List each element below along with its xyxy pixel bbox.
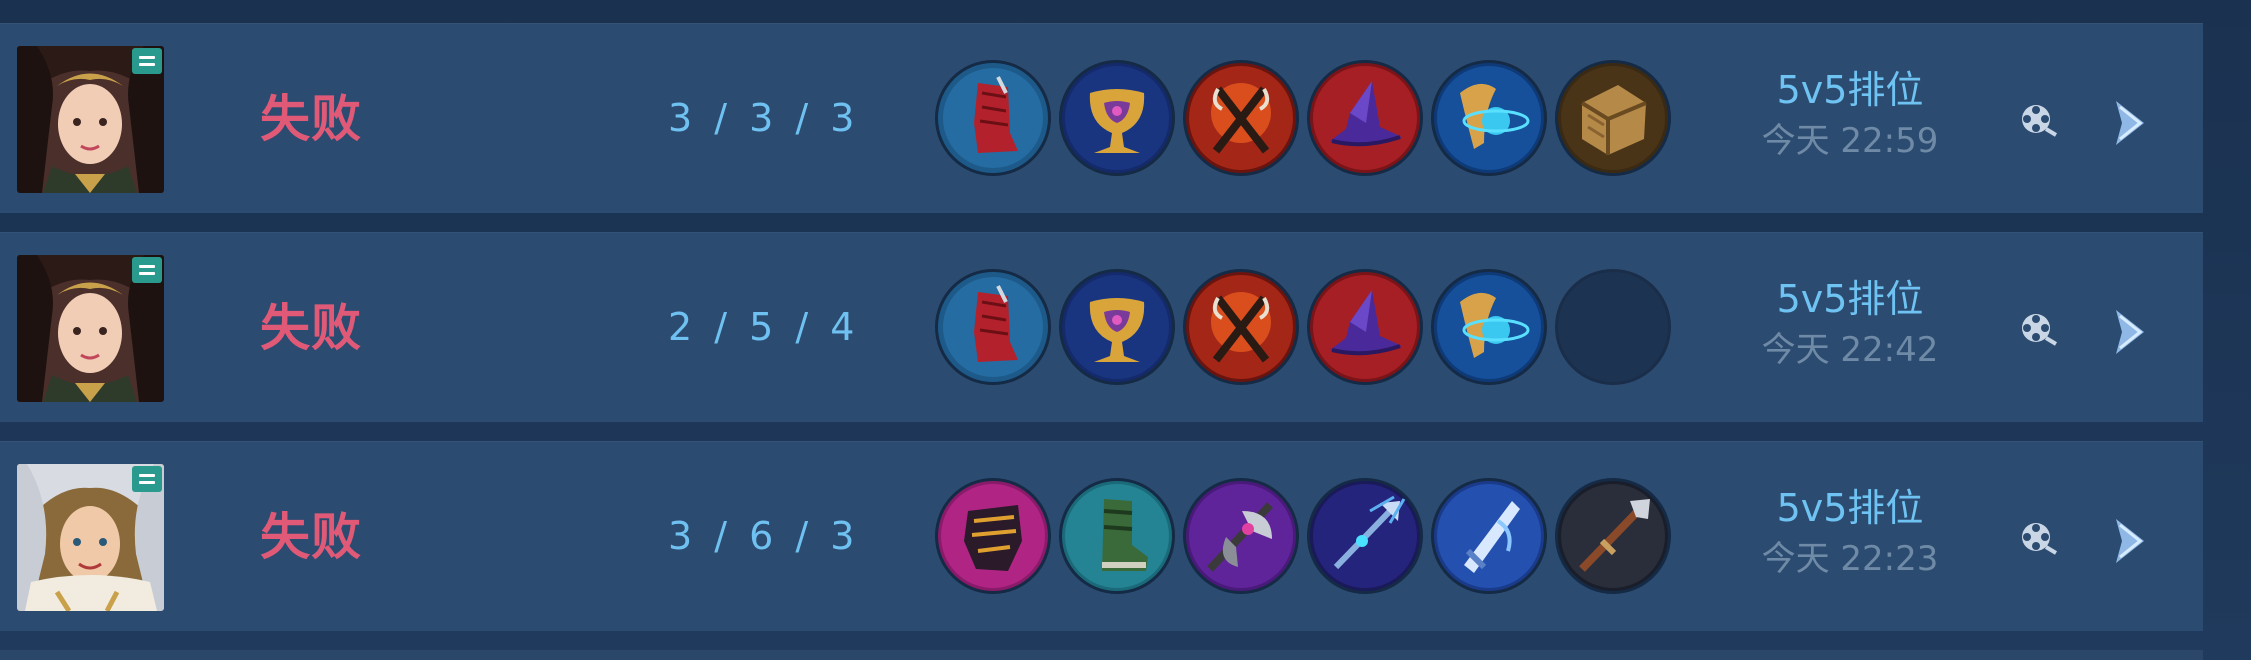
blue-orb-wing-icon <box>1434 272 1544 382</box>
dark-armor-icon <box>938 481 1048 591</box>
red-fire-blades-icon <box>1186 63 1296 173</box>
red-fire-blades-icon <box>1186 272 1296 382</box>
kda-score: 3 / 6 / 3 <box>668 514 857 558</box>
match-result: 失败 <box>260 299 362 357</box>
kda-score: 3 / 3 / 3 <box>668 96 857 140</box>
purple-hat-icon <box>1310 272 1420 382</box>
match-time: 今天 22:23 <box>1761 539 1939 579</box>
dark-spear-icon <box>1558 481 1668 591</box>
purple-hat-icon <box>1310 63 1420 173</box>
hero-avatar <box>17 255 164 402</box>
match-history-list: 失败 3 / 3 / 3 5v5排位 今天 22:59 失败 2 / 5 / 4… <box>0 0 2251 660</box>
red-boots-icon <box>938 63 1048 173</box>
match-time: 今天 22:59 <box>1761 121 1939 161</box>
film-reel-icon[interactable] <box>2018 519 2058 559</box>
hero-avatar <box>17 464 164 611</box>
hero-avatar <box>17 46 164 193</box>
wooden-chest-icon <box>1558 63 1668 173</box>
kda-score: 2 / 5 / 4 <box>668 305 857 349</box>
item-build <box>938 63 1668 173</box>
rank-badge-icon <box>132 257 162 283</box>
purple-axe-icon <box>1186 481 1296 591</box>
film-reel-icon[interactable] <box>2018 310 2058 350</box>
match-row[interactable]: 失败 3 / 6 / 3 5v5排位 今天 22:23 <box>0 441 2203 631</box>
next-row-edge <box>0 650 2203 660</box>
item-build <box>938 481 1668 591</box>
match-time: 今天 22:42 <box>1761 330 1939 370</box>
chevron-right-icon[interactable] <box>2100 93 2160 153</box>
gold-chalice-icon <box>1062 272 1172 382</box>
film-reel-icon[interactable] <box>2018 101 2058 141</box>
match-row[interactable]: 失败 3 / 3 / 3 5v5排位 今天 22:59 <box>0 23 2203 213</box>
chevron-right-icon[interactable] <box>2100 511 2160 571</box>
game-mode: 5v5排位 <box>1776 486 1924 530</box>
blue-trident-icon <box>1310 481 1420 591</box>
chevron-right-icon[interactable] <box>2100 302 2160 362</box>
rank-badge-icon <box>132 48 162 74</box>
blue-orb-wing-icon <box>1434 63 1544 173</box>
gold-chalice-icon <box>1062 63 1172 173</box>
game-mode: 5v5排位 <box>1776 68 1924 112</box>
match-result: 失败 <box>260 508 362 566</box>
red-boots-icon <box>938 272 1048 382</box>
rank-badge-icon <box>132 466 162 492</box>
item-build <box>938 272 1668 382</box>
blue-sword-icon <box>1434 481 1544 591</box>
match-row[interactable]: 失败 2 / 5 / 4 5v5排位 今天 22:42 <box>0 232 2203 422</box>
game-mode: 5v5排位 <box>1776 277 1924 321</box>
empty-item-slot <box>1558 272 1668 382</box>
match-result: 失败 <box>260 90 362 148</box>
green-boots-icon <box>1062 481 1172 591</box>
